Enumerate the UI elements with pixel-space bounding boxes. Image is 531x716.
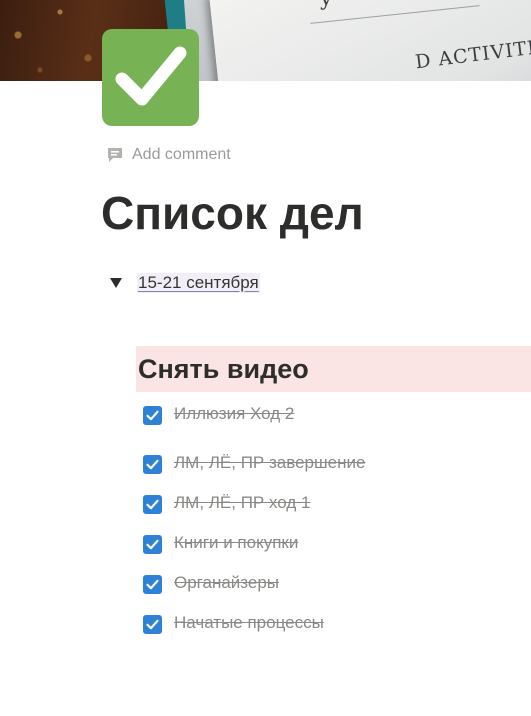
todo-item: Книги и покупки <box>143 524 365 564</box>
toggle-label[interactable]: 15-21 сентября <box>137 273 260 293</box>
notion-page: y D ACTIVITI Add comment Список дел 15-2… <box>0 0 531 716</box>
todo-text[interactable]: Начатые процессы <box>174 613 324 633</box>
cover-paper-front <box>208 0 531 81</box>
checkmark-icon <box>146 410 159 420</box>
todo-text[interactable]: Иллюзия Ход 2 <box>174 404 294 424</box>
comment-icon <box>108 148 122 162</box>
todo-item: Иллюзия Ход 2 <box>143 404 365 426</box>
add-comment-label: Add comment <box>132 146 231 163</box>
checkbox-checked[interactable] <box>143 454 162 474</box>
checkmark-icon <box>146 619 159 629</box>
add-comment-button[interactable]: Add comment <box>106 144 231 166</box>
todo-list: Иллюзия Ход 2 ЛМ, ЛЁ, ПР завершение ЛМ, … <box>143 404 365 644</box>
todo-item: ЛМ, ЛЁ, ПР завершение <box>143 444 365 484</box>
checkmark-icon <box>146 499 159 509</box>
toggle-block: 15-21 сентября <box>109 270 260 296</box>
checkbox-checked[interactable] <box>143 405 162 425</box>
checkbox-checked[interactable] <box>143 494 162 514</box>
section-heading-block: Снять видео <box>136 346 531 392</box>
todo-text[interactable]: Книги и покупки <box>174 533 298 553</box>
checkbox-checked[interactable] <box>143 614 162 634</box>
page-title[interactable]: Список дел <box>101 183 364 243</box>
checkmark-icon <box>146 459 159 469</box>
triangle-down-icon[interactable] <box>109 276 123 290</box>
checkbox-checked[interactable] <box>143 534 162 554</box>
cover-paper-glyph: y <box>320 0 332 11</box>
todo-item: ЛМ, ЛЁ, ПР ход 1 <box>143 484 365 524</box>
todo-text[interactable]: ЛМ, ЛЁ, ПР ход 1 <box>174 493 310 513</box>
section-heading[interactable]: Снять видео <box>136 346 531 392</box>
checkmark-icon <box>146 579 159 589</box>
check-mark-button-icon[interactable] <box>102 29 199 126</box>
todo-item: Органайзеры <box>143 564 365 604</box>
cover-image[interactable]: y D ACTIVITI <box>0 0 531 81</box>
todo-text[interactable]: Органайзеры <box>174 573 279 593</box>
check-mark-glyph <box>115 46 187 106</box>
checkbox-checked[interactable] <box>143 574 162 594</box>
todo-item: Начатые процессы <box>143 604 365 644</box>
todo-text[interactable]: ЛМ, ЛЁ, ПР завершение <box>174 453 365 473</box>
checkmark-icon <box>146 539 159 549</box>
